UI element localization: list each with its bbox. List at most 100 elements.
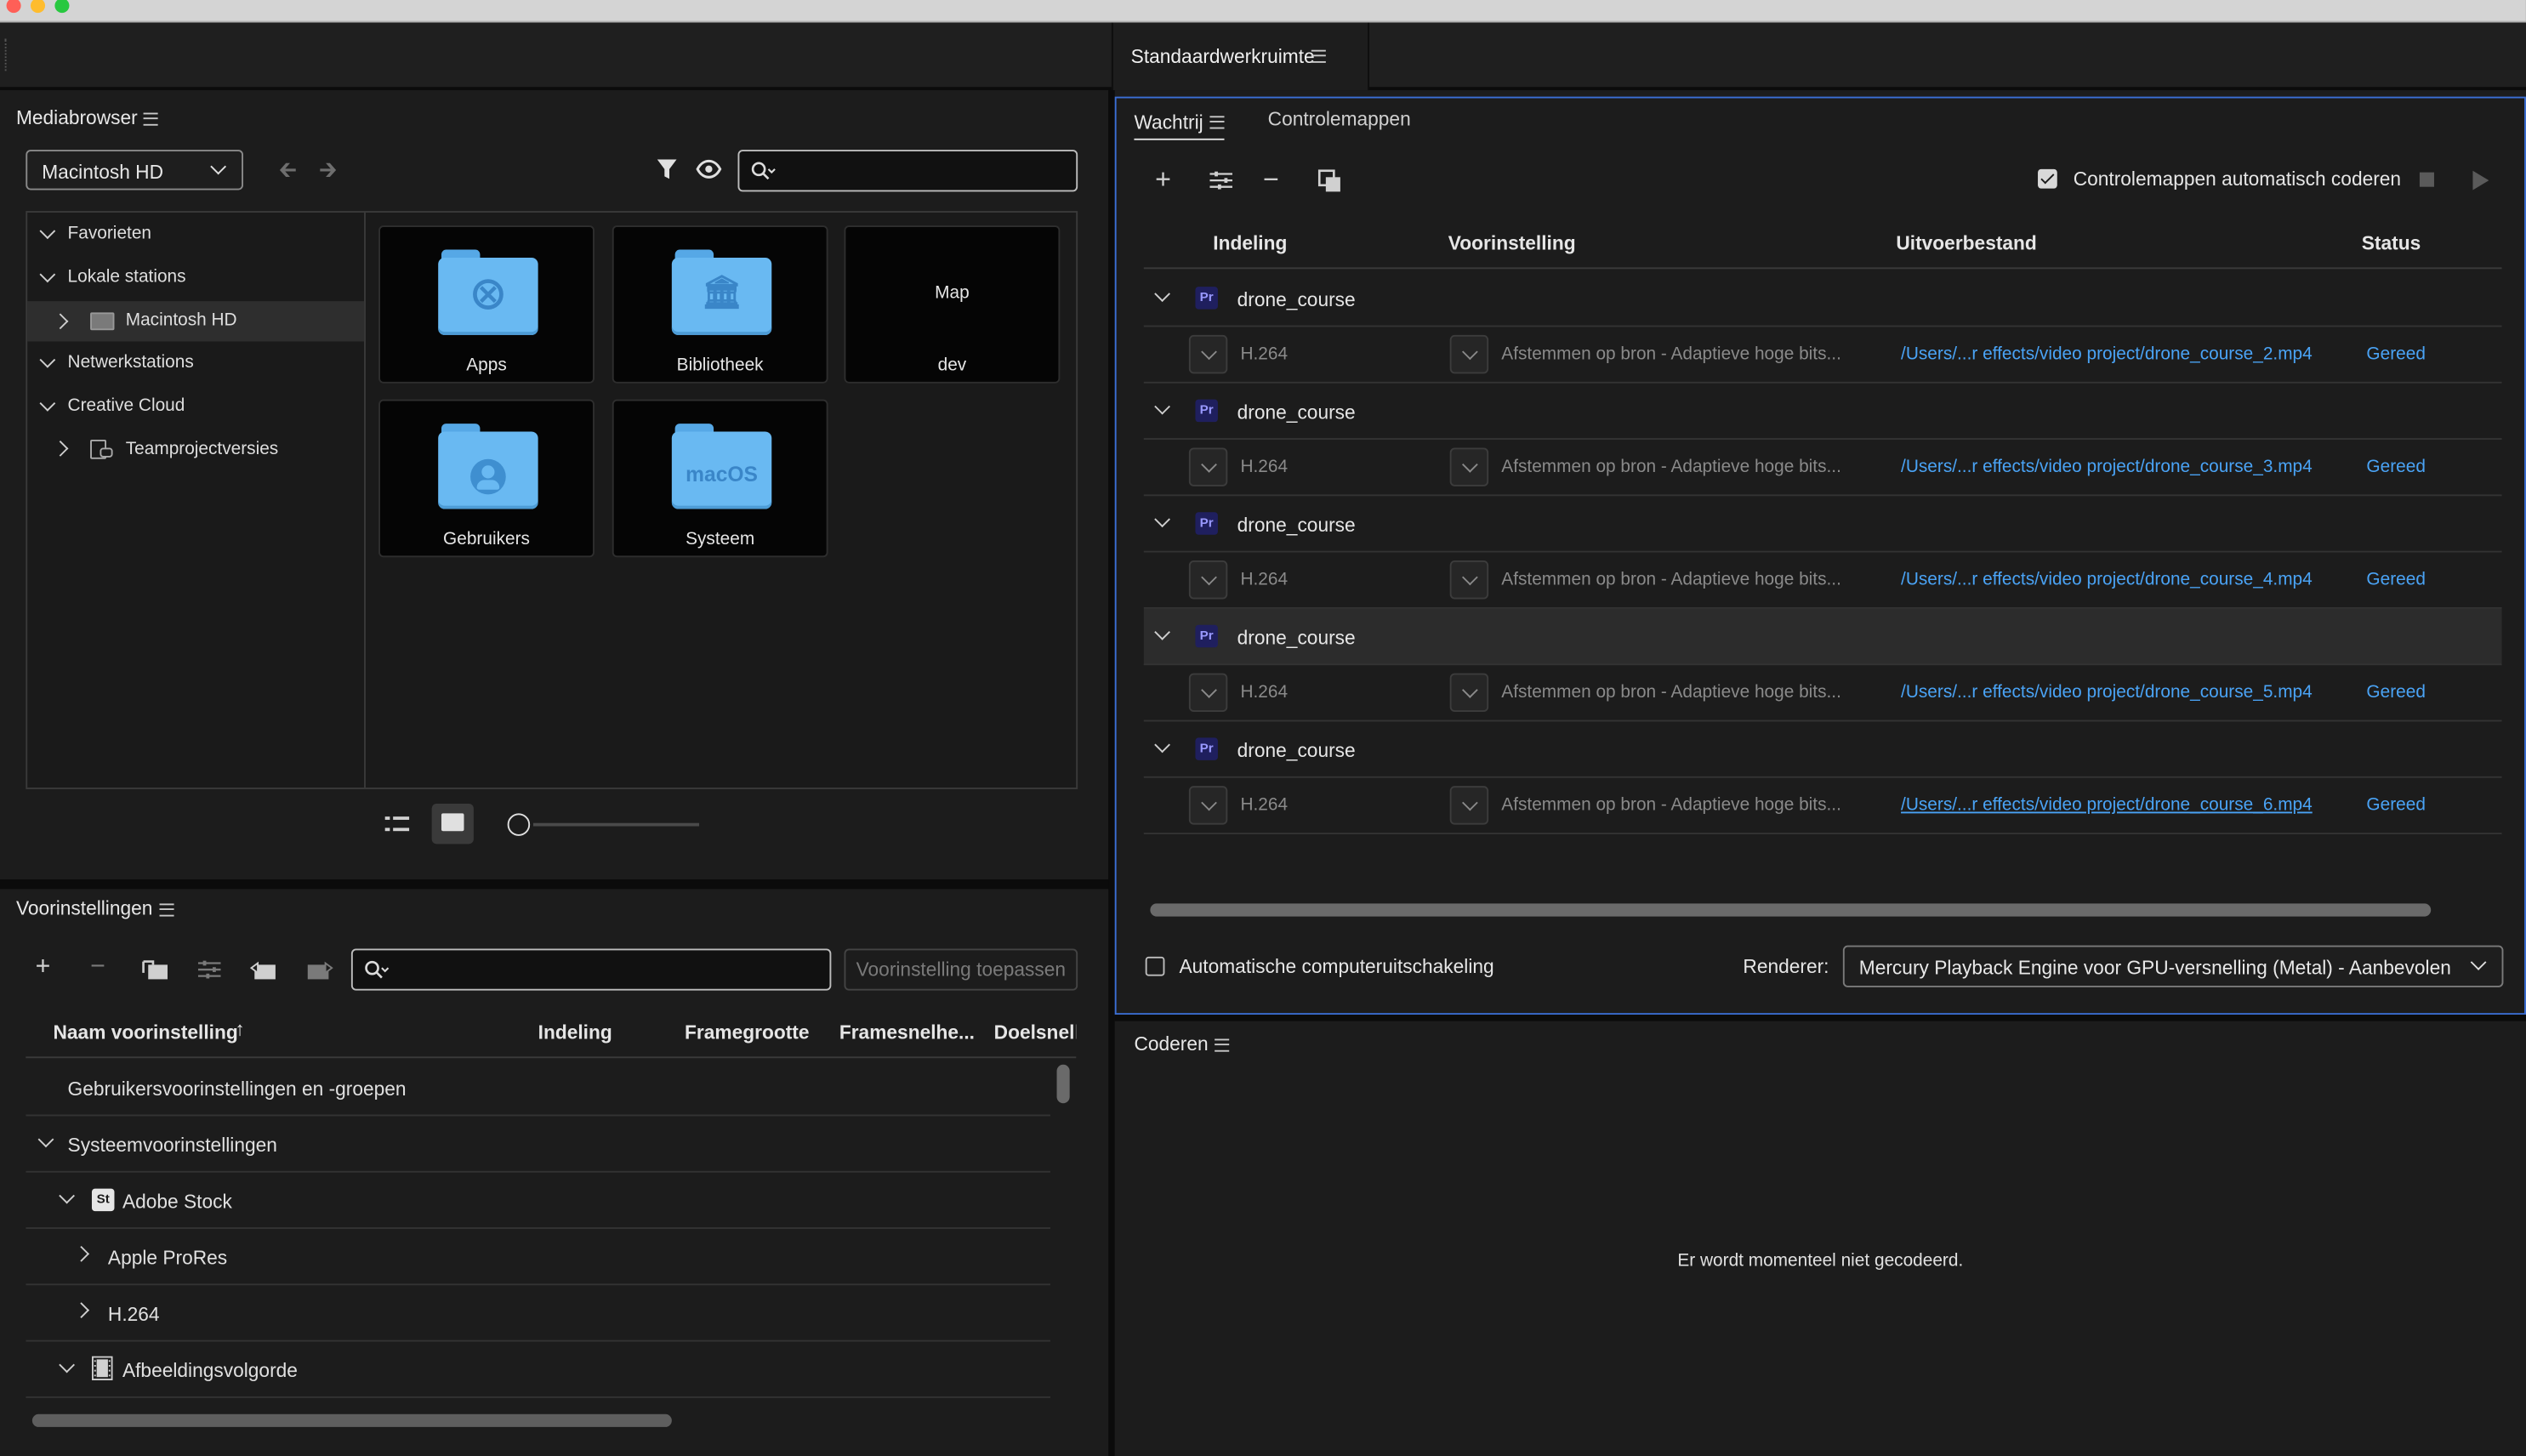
media-search-input[interactable] xyxy=(737,150,1078,192)
new-group-icon[interactable] xyxy=(142,958,169,981)
presets-menu-icon[interactable] xyxy=(159,903,174,917)
preset-dropdown[interactable] xyxy=(1449,560,1489,600)
workspace-tab[interactable]: Standaardwerkruimte xyxy=(1111,22,1369,91)
queue-output-row[interactable]: H.264 Afstemmen op bron - Adaptieve hoge … xyxy=(1143,440,2502,497)
renderer-dropdown[interactable]: Mercury Playback Engine voor GPU-versnel… xyxy=(1842,945,2504,987)
queue-source-row[interactable]: Pr drone_course xyxy=(1143,496,2502,553)
output-file-link[interactable]: /Users/...r effects/video project/drone_… xyxy=(1901,458,2313,477)
queue-output-row[interactable]: H.264 Afstemmen op bron - Adaptieve hoge … xyxy=(1143,665,2502,722)
auto-shutdown-checkbox[interactable] xyxy=(1145,956,1165,976)
preset-search-input[interactable] xyxy=(350,948,832,991)
apply-preset-button[interactable]: Voorinstelling toepassen xyxy=(844,948,1078,991)
tab-queue[interactable]: Wachtrij xyxy=(1134,108,1225,140)
queue-settings-icon[interactable] xyxy=(1209,169,1234,192)
close-window-button[interactable] xyxy=(6,0,21,14)
panel-divider-right[interactable] xyxy=(1114,1015,2526,1021)
format-dropdown[interactable] xyxy=(1188,560,1228,600)
column-header-preset[interactable]: Voorinstelling xyxy=(1448,232,1576,255)
format-dropdown[interactable] xyxy=(1188,786,1228,825)
panel-divider-horizontal[interactable] xyxy=(0,879,1112,890)
chevron-down-icon[interactable] xyxy=(1154,398,1170,415)
chevron-down-icon[interactable] xyxy=(1154,286,1170,302)
chevron-down-icon[interactable] xyxy=(1154,737,1170,754)
export-preset-icon[interactable] xyxy=(306,958,333,981)
queue-horizontal-scrollbar[interactable] xyxy=(1150,903,2432,917)
output-file-link[interactable]: /Users/...r effects/video project/drone_… xyxy=(1901,344,2313,364)
column-header-frame-size[interactable]: Framegrootte xyxy=(685,1021,809,1044)
workspace-menu-icon[interactable] xyxy=(1311,49,1326,63)
preset-settings-icon[interactable] xyxy=(196,958,222,981)
output-file-link[interactable]: /Users/...r effects/video project/drone_… xyxy=(1901,796,2313,816)
remove-source-icon[interactable]: − xyxy=(1263,166,1279,193)
tile-library[interactable]: 🏛 Bibliotheek xyxy=(612,225,828,384)
queue-output-row[interactable]: H.264 Afstemmen op bron - Adaptieve hoge … xyxy=(1143,778,2502,834)
stop-queue-icon[interactable] xyxy=(2419,172,2434,187)
status-value[interactable]: Gereed xyxy=(2366,344,2426,364)
presets-horizontal-scrollbar[interactable] xyxy=(31,1413,672,1427)
location-dropdown[interactable]: Macintosh HD xyxy=(26,150,244,191)
output-file-link[interactable]: /Users/...r effects/video project/drone_… xyxy=(1901,570,2313,589)
chevron-down-icon[interactable] xyxy=(1154,623,1170,640)
preset-row-image-sequence[interactable]: Afbeeldingsvolgorde xyxy=(26,1342,1050,1398)
status-value[interactable]: Gereed xyxy=(2366,796,2426,816)
preset-dropdown[interactable] xyxy=(1449,334,1489,374)
zoom-slider-knob[interactable] xyxy=(507,813,531,836)
column-header-format[interactable]: Indeling xyxy=(1213,232,1287,255)
filter-icon[interactable] xyxy=(656,158,679,181)
start-queue-icon[interactable] xyxy=(2472,170,2489,191)
minimize-window-button[interactable] xyxy=(30,0,46,14)
tab-watch-folders[interactable]: Controlemappen xyxy=(1268,108,1411,131)
queue-source-row[interactable]: Pr drone_course xyxy=(1143,384,2502,441)
presets-vertical-scrollbar[interactable] xyxy=(1056,1064,1070,1104)
tile-users[interactable]: Gebruikers xyxy=(378,399,595,558)
tree-item-local-drives[interactable]: Lokale stations xyxy=(27,261,364,293)
format-dropdown[interactable] xyxy=(1188,673,1228,713)
preset-row-system-presets[interactable]: Systeemvoorinstellingen xyxy=(26,1116,1050,1173)
zoom-slider-track[interactable] xyxy=(532,822,700,827)
column-header-output[interactable]: Uitvoerbestand xyxy=(1896,232,2036,255)
queue-output-row[interactable]: H.264 Afstemmen op bron - Adaptieve hoge … xyxy=(1143,553,2502,609)
column-header-frame-rate[interactable]: Framesnelhe... xyxy=(839,1021,975,1044)
column-header-status[interactable]: Status xyxy=(2362,232,2421,255)
output-file-link[interactable]: /Users/...r effects/video project/drone_… xyxy=(1901,683,2313,702)
queue-source-row[interactable]: Pr drone_course xyxy=(1143,608,2502,666)
preset-row-user-presets[interactable]: Gebruikersvoorinstellingen en -groepen xyxy=(26,1060,1050,1117)
media-browser-menu-icon[interactable] xyxy=(144,112,159,126)
auto-encode-checkbox[interactable] xyxy=(2038,168,2057,189)
zoom-window-button[interactable] xyxy=(54,0,70,14)
import-preset-icon[interactable] xyxy=(249,958,277,981)
preset-dropdown[interactable] xyxy=(1449,673,1489,713)
status-value[interactable]: Gereed xyxy=(2366,683,2426,702)
list-view-icon[interactable] xyxy=(384,813,412,836)
column-header-format[interactable]: Indeling xyxy=(538,1021,612,1044)
workspace-grip[interactable] xyxy=(4,38,9,71)
panel-divider-vertical[interactable] xyxy=(1108,90,1115,1456)
encoding-menu-icon[interactable] xyxy=(1215,1038,1230,1052)
status-value[interactable]: Gereed xyxy=(2366,458,2426,477)
tree-item-favorites[interactable]: Favorieten xyxy=(27,218,364,250)
tile-dev[interactable]: Map dev xyxy=(844,225,1061,384)
preset-row-adobe-stock[interactable]: St Adobe Stock xyxy=(26,1173,1050,1229)
tree-item-network-drives[interactable]: Netwerkstations xyxy=(27,346,364,378)
queue-source-row[interactable]: Pr drone_course xyxy=(1143,270,2502,327)
forward-arrow-icon[interactable]: 🡲 xyxy=(319,158,337,181)
preset-row-h264[interactable]: H.264 xyxy=(26,1285,1050,1342)
column-header-name[interactable]: Naam voorinstelling xyxy=(54,1021,238,1044)
remove-preset-icon[interactable]: − xyxy=(90,954,105,980)
tree-item-creative-cloud[interactable]: Creative Cloud xyxy=(27,390,364,422)
thumbnail-view-button[interactable] xyxy=(431,804,474,845)
add-source-icon[interactable]: + xyxy=(1155,166,1171,193)
format-dropdown[interactable] xyxy=(1188,334,1228,374)
queue-output-row[interactable]: H.264 Afstemmen op bron - Adaptieve hoge … xyxy=(1143,327,2502,384)
chevron-down-icon[interactable] xyxy=(1154,511,1170,528)
preset-row-apple-prores[interactable]: Apple ProRes xyxy=(26,1229,1050,1286)
tree-item-macintosh-hd[interactable]: Macintosh HD xyxy=(27,301,365,342)
column-header-target-rate[interactable]: Doelsnelh xyxy=(994,1021,1077,1044)
eye-icon[interactable] xyxy=(696,159,722,179)
queue-menu-icon[interactable] xyxy=(1209,115,1225,129)
queue-source-row[interactable]: Pr drone_course xyxy=(1143,721,2502,778)
duplicate-icon[interactable] xyxy=(1317,169,1341,193)
tree-item-team-project-versions[interactable]: Teamprojectversies xyxy=(27,433,364,465)
status-value[interactable]: Gereed xyxy=(2366,570,2426,589)
add-preset-icon[interactable]: + xyxy=(36,954,51,980)
